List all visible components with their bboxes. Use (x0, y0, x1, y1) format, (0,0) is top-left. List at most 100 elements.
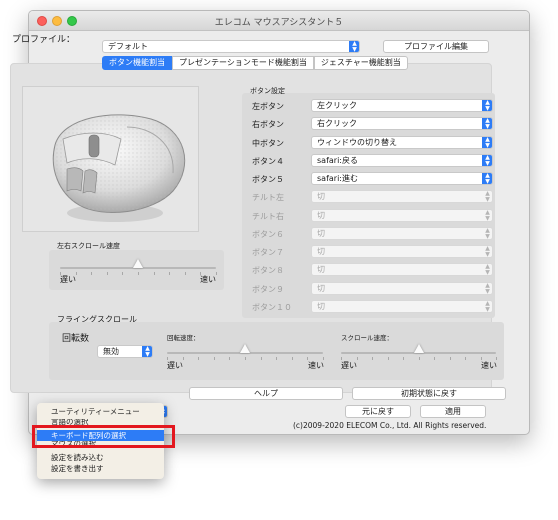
chevron-updown-icon: ▲▼ (485, 300, 490, 313)
slider-tick (419, 357, 420, 360)
slider-tick (481, 357, 482, 360)
utility-menu-item[interactable]: 設定を読み込む (37, 452, 164, 463)
undo-button[interactable]: 元に戻す (345, 405, 411, 418)
slider-tick (214, 357, 215, 360)
chevron-updown-icon: ▲▼ (485, 209, 490, 222)
button-row-select-value: 切 (317, 247, 325, 256)
chevron-updown-icon: ▲▼ (482, 137, 492, 148)
utility-menu-item[interactable]: 設定を書き出す (37, 463, 164, 474)
rotation-select[interactable]: 無効 ▲ ▼ (97, 345, 153, 358)
rotation-label: 回転数 (62, 334, 90, 344)
button-row-label: ボタン４ (252, 157, 284, 166)
button-row-select: 切 ▲ ▼ (311, 209, 493, 222)
slider-tick (403, 357, 404, 360)
rotation-speed-label: 回転速度： (167, 334, 200, 342)
slider-tick (388, 357, 389, 360)
slider-tick (372, 357, 373, 360)
slider-tick (122, 272, 123, 275)
slider-tick (323, 357, 324, 360)
button-row-select-value: 切 (317, 211, 325, 220)
mouse-preview (22, 86, 199, 232)
rotation-speed-fast-label: 速い (308, 361, 324, 370)
slider-tick (357, 357, 358, 360)
mouse-illustration-icon (52, 114, 186, 222)
slider-tick (183, 357, 184, 360)
button-row-label: ボタン６ (252, 230, 284, 239)
slider-tick (216, 272, 217, 275)
scroll-speed-fast-label: 速い (481, 361, 497, 370)
profile-select[interactable]: デフォルト ▲ ▼ (102, 40, 360, 53)
button-row-select: 切 ▲ ▼ (311, 300, 493, 313)
slider-tick (276, 357, 277, 360)
scroll-speed-label: スクロール速度： (341, 334, 393, 342)
slider-tick (107, 272, 108, 275)
slider-tick (434, 357, 435, 360)
button-row-select[interactable]: 右クリック ▲ ▼ (311, 117, 493, 130)
slider-tick (60, 272, 61, 275)
chevron-updown-icon: ▲▼ (485, 263, 490, 276)
tab-bar: ボタン機能割当 プレゼンテーションモード機能割当 ジェスチャー機能割当 (102, 56, 408, 70)
button-row-label: チルト左 (252, 193, 284, 202)
button-row-select-value: 切 (317, 192, 325, 201)
profile-edit-button[interactable]: プロファイル編集 (383, 40, 489, 53)
button-row-select[interactable]: ウィンドウの切り替え ▲ ▼ (311, 136, 493, 149)
button-row-label: チルト右 (252, 212, 284, 221)
rotation-speed-thumb[interactable] (240, 344, 250, 353)
button-settings-header: ボタン設定 (250, 87, 285, 95)
tab-gesture[interactable]: ジェスチャー機能割当 (313, 56, 408, 70)
tab-presentation-mode[interactable]: プレゼンテーションモード機能割当 (172, 56, 314, 70)
slider-tick (307, 357, 308, 360)
button-row-select: 切 ▲ ▼ (311, 245, 493, 258)
annotation-highlight-box (32, 425, 175, 448)
horizontal-scroll-slow-label: 遅い (60, 275, 76, 284)
slider-tick (138, 272, 139, 275)
utility-menu-item[interactable]: ユーティリティーメニュー (37, 406, 164, 417)
apply-button[interactable]: 適用 (420, 405, 486, 418)
button-row-select-value: 左クリック (317, 101, 357, 110)
rotation-select-value: 無効 (103, 347, 119, 356)
slider-tick (341, 357, 342, 360)
button-row-select: 切 ▲ ▼ (311, 263, 493, 276)
tab-button-assignment[interactable]: ボタン機能割当 (102, 56, 172, 70)
chevron-updown-icon: ▲▼ (485, 227, 490, 240)
button-row-label: 中ボタン (252, 139, 284, 148)
scroll-speed-thumb[interactable] (414, 344, 424, 353)
chevron-updown-icon: ▲▼ (142, 346, 152, 357)
button-row-select[interactable]: safari:進む ▲ ▼ (311, 172, 493, 185)
button-row-select-value: safari:進む (317, 174, 358, 183)
button-row-select-value: safari:戻る (317, 156, 358, 165)
chevron-updown-icon: ▲▼ (482, 173, 492, 184)
rotation-speed-slow-label: 遅い (167, 361, 183, 370)
window-title: エレコム マウスアシスタント５ (214, 18, 344, 28)
chevron-updown-icon: ▲▼ (485, 282, 490, 295)
chevron-updown-icon: ▲▼ (482, 100, 492, 111)
button-row-label: 右ボタン (252, 120, 284, 129)
scroll-speed-slow-label: 遅い (341, 361, 357, 370)
button-row-select: 切 ▲ ▼ (311, 282, 493, 295)
chevron-updown-icon: ▲▼ (485, 190, 490, 203)
slider-tick (292, 357, 293, 360)
horizontal-scroll-thumb[interactable] (133, 259, 143, 268)
button-row-label: ボタン７ (252, 248, 284, 257)
slider-tick (185, 272, 186, 275)
slider-tick (261, 357, 262, 360)
slider-tick (450, 357, 451, 360)
button-row-select: 切 ▲ ▼ (311, 227, 493, 240)
copyright-text: (c)2009-2020 ELECOM Co., Ltd. All Rights… (293, 421, 487, 430)
slider-tick (465, 357, 466, 360)
reset-defaults-button[interactable]: 初期状態に戻す (352, 387, 506, 400)
slider-tick (245, 357, 246, 360)
horizontal-scroll-fast-label: 速い (200, 275, 216, 284)
button-row-select[interactable]: safari:戻る ▲ ▼ (311, 154, 493, 167)
button-row-label: ボタン９ (252, 285, 284, 294)
button-row-label: ボタン８ (252, 266, 284, 275)
button-row-label: ボタン５ (252, 175, 284, 184)
profile-label: プロファイル： (12, 35, 76, 45)
help-button[interactable]: ヘルプ (189, 387, 343, 400)
button-row-select[interactable]: 左クリック ▲ ▼ (311, 99, 493, 112)
chevron-updown-icon: ▲▼ (482, 118, 492, 129)
button-row-select-value: 切 (317, 284, 325, 293)
button-row-select: 切 ▲ ▼ (311, 190, 493, 203)
button-row-select-value: 切 (317, 229, 325, 238)
slider-tick (76, 272, 77, 275)
